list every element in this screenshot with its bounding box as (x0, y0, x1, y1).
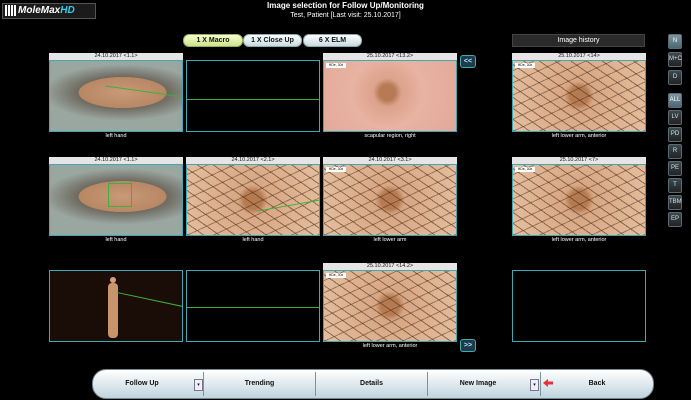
macro-tile-row3[interactable] (49, 263, 183, 350)
tile-label: left hand (242, 237, 264, 243)
tile-label: left hand (105, 133, 127, 139)
back-arrow-icon (543, 379, 553, 387)
tile-label: left lower arm, anterior (551, 133, 607, 139)
new-image-dropdown-icon[interactable]: ▾ (530, 379, 539, 391)
filter-pe[interactable]: PE (668, 161, 682, 176)
trending-button[interactable]: Trending (204, 370, 315, 398)
follow-up-dropdown-icon[interactable]: ▾ (194, 379, 203, 391)
tile-caption: 25.10.2017 <14.2> (323, 263, 457, 270)
bottom-toolbar: Follow Up ▾ Trending Details New Image ▾… (92, 369, 654, 399)
tile-caption: 25.10.2017 <14> (512, 53, 646, 60)
filter-r[interactable]: R (668, 144, 682, 159)
tile-caption: 25.10.2017 <13.2> (323, 53, 457, 60)
elm-image[interactable]: HDe, 30x (323, 270, 457, 342)
new-image-button[interactable]: New Image (428, 370, 528, 398)
tile-label (186, 132, 320, 140)
device-badge: HDe, 30x (515, 167, 535, 172)
filter-all[interactable]: ALL (668, 93, 682, 108)
macro-tile-row2[interactable]: 24.10.2017 <1.1> left hand (49, 157, 183, 244)
elm-tile-row1[interactable]: 25.10.2017 <13.2> HDe, 30x scapular regi… (323, 53, 457, 140)
tile-label: left lower arm, anterior (362, 343, 418, 349)
history-image[interactable]: HDe, 30x (512, 164, 646, 236)
tab-1x-close-up[interactable]: 1 X Close Up (243, 34, 302, 47)
tab-1x-macro[interactable]: 1 X Macro (183, 34, 243, 47)
closeup-tile-row3[interactable] (186, 263, 320, 350)
device-badge: HDe, 30x (326, 167, 346, 172)
filter-ep[interactable]: EP (668, 212, 682, 227)
details-button[interactable]: Details (316, 370, 427, 398)
elm-tile-row3[interactable]: 25.10.2017 <14.2> HDe, 30x left lower ar… (323, 263, 457, 350)
tile-caption: 25.10.2017 <7> (512, 157, 646, 164)
history-tile-row2[interactable]: 25.10.2017 <7> HDe, 30x left lower arm, … (512, 157, 646, 244)
patient-subtitle: Test, Patient [Last visit: 25.10.2017] (290, 12, 401, 19)
tile-label (186, 342, 320, 350)
prev-page-button[interactable]: << (460, 55, 476, 68)
tile-caption: 24.10.2017 <2.1> (186, 157, 320, 164)
elm-image[interactable]: HDe, 30x (323, 164, 457, 236)
filter-t[interactable]: T (668, 178, 682, 193)
tile-caption (512, 263, 646, 270)
tile-caption (186, 263, 320, 270)
history-tile-row1[interactable]: 25.10.2017 <14> HDe, 30x left lower arm,… (512, 53, 646, 140)
tile-caption (186, 53, 320, 60)
sidebar-button-n[interactable]: N (668, 34, 682, 49)
image-history-header: Image history (512, 34, 645, 47)
back-button[interactable]: Back (541, 370, 653, 398)
tile-label (512, 342, 646, 350)
tile-label: left hand (105, 237, 127, 243)
tile-caption (49, 263, 183, 270)
device-badge: HDe, 30x (515, 63, 535, 68)
body-map-image[interactable] (49, 270, 183, 342)
tile-label: left lower arm, anterior (551, 237, 607, 243)
device-badge: HDe, 30x (326, 273, 346, 278)
filter-lv[interactable]: LV (668, 110, 682, 125)
closeup-image-empty[interactable] (186, 270, 320, 342)
macro-image[interactable] (49, 60, 183, 132)
closeup-tile-row2[interactable]: 24.10.2017 <2.1> left hand (186, 157, 320, 244)
elm-image[interactable]: HDe, 30x (323, 60, 457, 132)
next-page-button[interactable]: >> (460, 339, 476, 352)
filter-pd[interactable]: PD (668, 127, 682, 142)
tile-label: left lower arm (373, 237, 407, 243)
device-badge: HDe, 30x (326, 63, 346, 68)
tile-caption: 24.10.2017 <1.1> (49, 53, 183, 60)
tile-label: scapular region, right (364, 133, 416, 139)
history-tile-row3[interactable] (512, 263, 646, 350)
follow-up-button[interactable]: Follow Up (93, 370, 191, 398)
sidebar-button-mc[interactable]: M+C (668, 52, 682, 67)
closeup-image[interactable] (186, 164, 320, 236)
tab-6x-elm[interactable]: 6 X ELM (303, 34, 362, 47)
closeup-tile-row1[interactable] (186, 53, 320, 140)
tile-label (49, 342, 183, 350)
history-image[interactable]: HDe, 30x (512, 60, 646, 132)
closeup-image-empty[interactable] (186, 60, 320, 132)
sidebar-button-d[interactable]: D (668, 70, 682, 85)
elm-tile-row2[interactable]: 24.10.2017 <3.1> HDe, 30x left lower arm (323, 157, 457, 244)
history-image-empty[interactable] (512, 270, 646, 342)
page-title: Image selection for Follow Up/Monitoring (267, 1, 424, 10)
macro-tile-row1[interactable]: 24.10.2017 <1.1> left hand (49, 53, 183, 140)
tile-caption: 24.10.2017 <3.1> (323, 157, 457, 164)
macro-image[interactable] (49, 164, 183, 236)
tile-caption: 24.10.2017 <1.1> (49, 157, 183, 164)
filter-tbm[interactable]: TBM (668, 195, 682, 210)
